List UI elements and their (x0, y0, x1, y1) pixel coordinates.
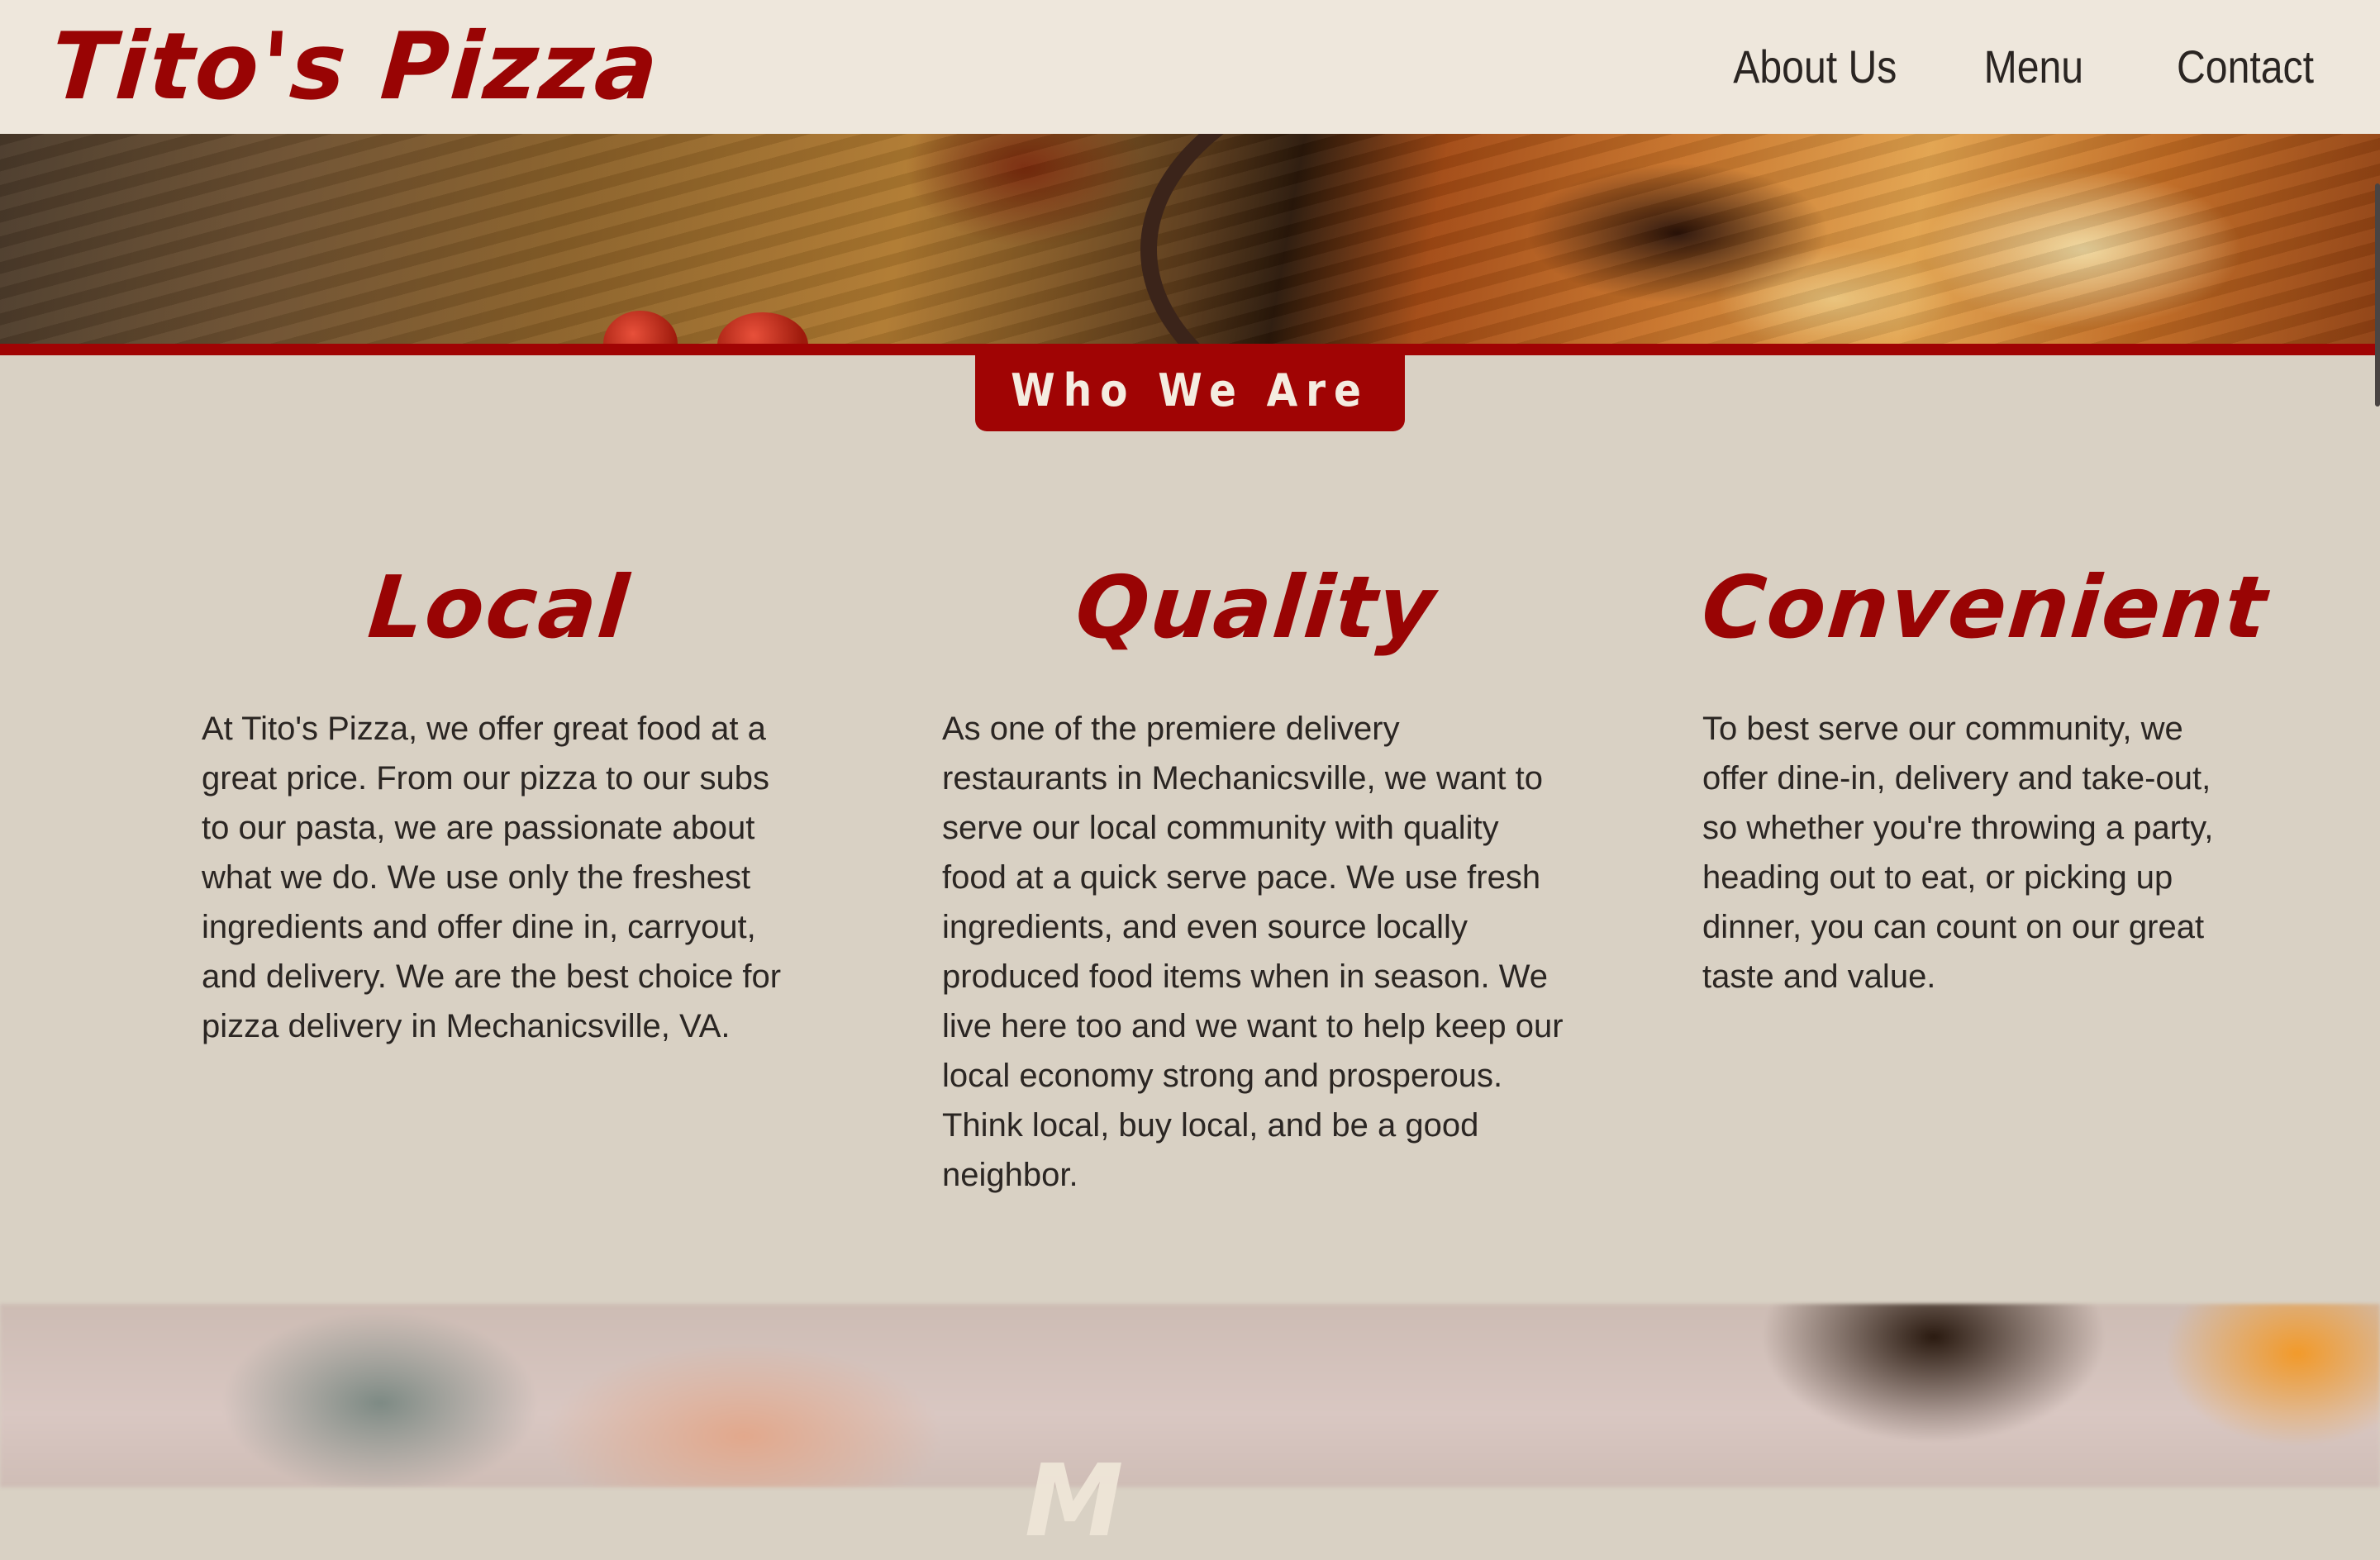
site-logo[interactable]: Tito's Pizza (47, 5, 664, 129)
column-text: As one of the premiere delivery restaura… (942, 711, 1564, 1193)
column-title: Local (364, 557, 634, 658)
about-column-quality: Quality As one of the premiere delivery … (942, 554, 1570, 1200)
about-column-convenient: Convenient To best serve our community, … (1698, 554, 2273, 1001)
menu-section-heading: M (1025, 1444, 1124, 1559)
column-text: At Tito's Pizza, we offer great food at … (202, 711, 782, 1044)
nav-contact[interactable]: Contact (2177, 33, 2314, 101)
nav-about-us[interactable]: About Us (1733, 33, 1897, 101)
main-nav: About Us Menu Contact (1706, 33, 2314, 101)
pizza-pan-edge (1140, 134, 1884, 344)
site-header: Tito's Pizza About Us Menu Contact (0, 0, 2380, 134)
menu-section-background (0, 1304, 2380, 1487)
hero-pizza-image (0, 134, 2380, 344)
section-badge: Who We Are (975, 349, 1405, 431)
nav-menu[interactable]: Menu (1984, 33, 2083, 101)
column-text: To best serve our community, we offer di… (1702, 711, 2214, 995)
about-column-local: Local At Tito's Pizza, we offer great fo… (202, 554, 797, 1051)
column-title: Convenient (1697, 557, 2273, 658)
section-badge-label: Who We Are (1011, 364, 1369, 416)
page-scrollbar[interactable] (2375, 183, 2380, 407)
column-title: Quality (1071, 557, 1441, 658)
